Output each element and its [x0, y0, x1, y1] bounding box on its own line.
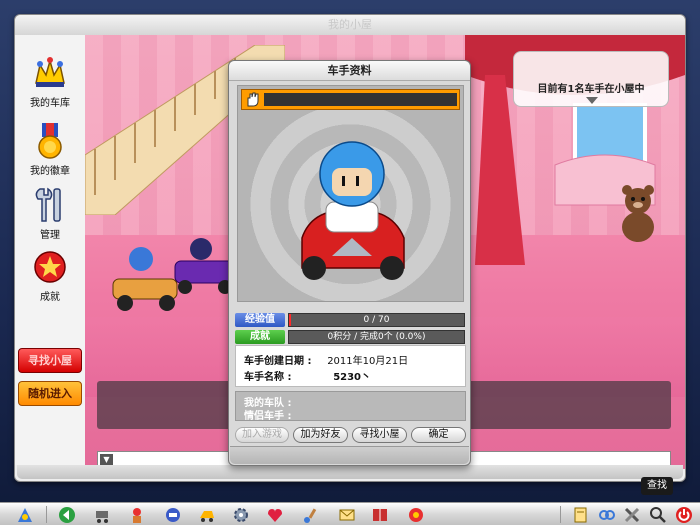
add-friend-button[interactable]: 加为好友	[293, 427, 348, 443]
achievement-value: 0积分 / 完成0个 (0.0%)	[327, 332, 426, 342]
occupancy-text: 目前有1名车手在小屋中	[537, 84, 645, 95]
achievement-bar: 0积分 / 完成0个 (0.0%)	[288, 330, 465, 344]
sidebar-item-label: 我的车库	[30, 98, 70, 109]
back-arrow-icon[interactable]	[58, 506, 76, 524]
sidebar-item-achievement[interactable]: 成就	[18, 247, 82, 303]
game-logo-icon[interactable]	[16, 506, 34, 524]
garage-crown-icon	[35, 57, 65, 87]
dialog-title: 车手资料	[229, 61, 470, 81]
partner-label: 情侣车手 :	[244, 411, 292, 422]
exp-label: 经验值	[235, 313, 285, 327]
tools-icon	[35, 187, 61, 222]
team-info-box: 我的车队 : 情侣车手 :	[235, 391, 466, 422]
achievement-label: 成就	[235, 330, 285, 344]
driver-name-bar	[241, 89, 460, 110]
driver-portrait	[237, 85, 464, 302]
driver-avatar	[301, 141, 405, 280]
sidebar-item-label: 管理	[40, 230, 60, 241]
find-house-dialog-button[interactable]: 寻找小屋	[352, 427, 407, 443]
random-enter-button[interactable]: 随机进入	[18, 381, 82, 406]
driver-name-label: 车手名称 :	[244, 372, 292, 383]
created-date-label: 车手创建日期 :	[244, 356, 312, 367]
driver-profile-dialog: 车手资料 经验值 0 / 70 成就 0积分 / 完成0个 (0.0%) 车手创…	[228, 60, 471, 466]
exp-value: 0 / 70	[363, 315, 390, 325]
name-bar-fill	[264, 93, 457, 106]
chevron-down-icon[interactable]	[586, 97, 598, 104]
find-house-button[interactable]: 寻找小屋	[18, 348, 82, 373]
heart-icon[interactable]	[266, 506, 284, 524]
taskbar-divider	[46, 506, 47, 523]
occupancy-panel: 目前有1名车手在小屋中	[513, 51, 669, 107]
teddy-bear	[622, 185, 654, 242]
driver-name-value: 5230丶	[333, 372, 372, 383]
link-icon[interactable]	[598, 506, 616, 524]
exp-row: 经验值 0 / 70	[235, 313, 466, 327]
window-bottom-bar	[17, 465, 683, 479]
character-icon[interactable]	[128, 506, 146, 524]
medal-icon	[38, 123, 62, 159]
sidebar-item-label: 我的徽章	[30, 166, 70, 177]
sidebar-item-badge[interactable]: 我的徽章	[18, 121, 82, 177]
sidebar-item-manage[interactable]: 管理	[18, 185, 82, 241]
kart-icon[interactable]	[198, 506, 216, 524]
mail-icon[interactable]	[338, 506, 356, 524]
tools-icon[interactable]	[623, 506, 641, 524]
created-date-value: 2011年10月21日	[327, 356, 409, 367]
taskbar-divider	[560, 506, 561, 523]
world-icon[interactable]	[407, 506, 425, 524]
window-title: 我的小屋	[15, 15, 685, 35]
sidebar-item-garage[interactable]: 我的车库	[18, 53, 82, 109]
driver-name-row: 车手名称 : 5230丶	[244, 368, 371, 383]
achievement-row: 成就 0积分 / 完成0个 (0.0%)	[235, 330, 466, 344]
exp-bar-fill	[289, 314, 291, 326]
driver-info-box: 车手创建日期 : 2011年10月21日 车手名称 : 5230丶	[235, 345, 466, 387]
join-game-button[interactable]: 加入游戏	[235, 427, 289, 443]
sidebar-item-label: 成就	[40, 292, 60, 303]
paint-brush-icon[interactable]	[302, 506, 320, 524]
dialog-bottom-bar	[230, 446, 469, 464]
book-icon[interactable]	[371, 506, 389, 524]
power-icon[interactable]	[675, 506, 693, 524]
confirm-button[interactable]: 确定	[411, 427, 466, 443]
search-tooltip: 查找	[641, 477, 673, 495]
taskbar	[0, 502, 700, 525]
created-date-row: 车手创建日期 : 2011年10月21日	[244, 352, 408, 367]
race-icon[interactable]	[164, 506, 182, 524]
notes-icon[interactable]	[572, 506, 590, 524]
sidebar: 我的车库 我的徽章 管理 成就 寻找小屋 随机进入	[15, 35, 85, 465]
shopping-cart-icon[interactable]	[93, 506, 111, 524]
exp-bar: 0 / 70	[288, 313, 465, 327]
glove-icon	[247, 92, 259, 107]
settings-gear-icon[interactable]	[232, 506, 250, 524]
parked-karts	[112, 238, 236, 311]
search-icon[interactable]	[649, 506, 667, 524]
achievement-icon	[34, 251, 66, 283]
